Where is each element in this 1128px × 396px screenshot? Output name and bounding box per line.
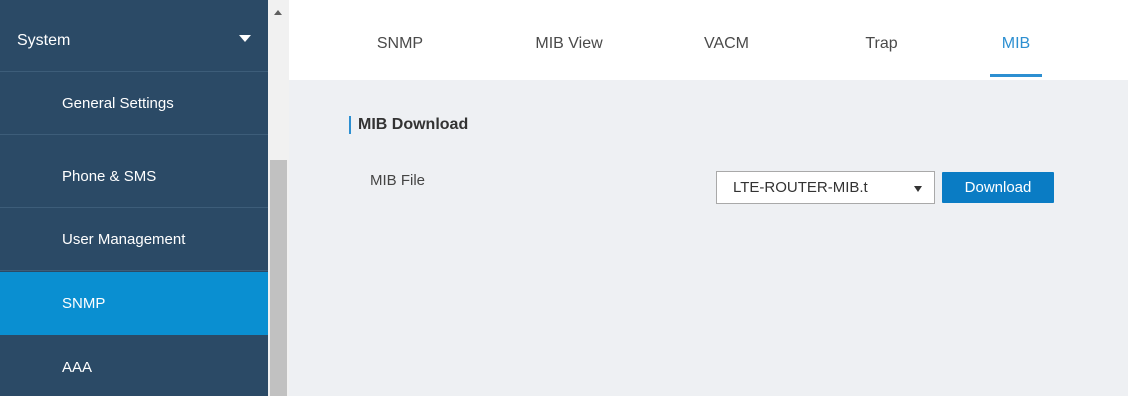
tab-label: SNMP — [376, 34, 424, 52]
sidebar-scrollbar[interactable] — [268, 0, 289, 396]
sidebar-header-label: System — [17, 31, 71, 49]
section-title: MIB Download — [349, 115, 468, 135]
dropdown-arrow-icon — [914, 186, 922, 192]
scrollbar-thumb[interactable] — [270, 160, 287, 396]
section-title-bar — [349, 116, 351, 134]
sidebar-item-phone-sms[interactable]: Phone & SMS — [0, 145, 268, 208]
section-title-text: MIB Download — [358, 116, 469, 133]
sidebar: System General Settings Phone & SMS User… — [0, 0, 268, 396]
tab-mib-view[interactable]: MIB View — [519, 10, 619, 77]
sidebar-item-label: General Settings — [62, 94, 174, 112]
main-panel: SNMP MIB View VACM Trap MIB MIB Download… — [289, 0, 1128, 396]
active-tab-underline — [990, 74, 1042, 77]
tab-trap[interactable]: Trap — [844, 10, 919, 77]
mib-file-select-value: LTE-ROUTER-MIB.t — [733, 179, 868, 196]
download-button[interactable]: Download — [942, 172, 1054, 203]
mib-file-label: MIB File — [370, 172, 426, 189]
page: System General Settings Phone & SMS User… — [0, 0, 1128, 396]
tab-label: Trap — [865, 34, 898, 52]
sidebar-item-label: AAA — [62, 358, 93, 376]
tab-label: VACM — [703, 34, 750, 52]
tab-snmp[interactable]: SNMP — [360, 10, 440, 77]
content-area: MIB Download MIB File LTE-ROUTER-MIB.t D… — [289, 80, 1128, 396]
tab-label: MIB — [1001, 34, 1031, 52]
sidebar-item-aaa[interactable]: AAA — [0, 336, 268, 396]
sidebar-item-label: Phone & SMS — [62, 167, 157, 185]
tab-mib[interactable]: MIB — [981, 10, 1051, 77]
scroll-up-arrow-icon[interactable] — [274, 10, 282, 15]
sidebar-item-label: User Management — [62, 230, 186, 248]
sidebar-item-snmp[interactable]: SNMP — [0, 272, 268, 335]
chevron-down-icon — [239, 34, 251, 42]
sidebar-item-label: SNMP — [62, 294, 106, 312]
sidebar-header-system[interactable]: System — [0, 10, 268, 72]
tab-bar: SNMP MIB View VACM Trap MIB — [289, 10, 1128, 77]
mib-file-select[interactable]: LTE-ROUTER-MIB.t — [716, 171, 935, 204]
tab-vacm[interactable]: VACM — [689, 10, 764, 77]
sidebar-item-general-settings[interactable]: General Settings — [0, 72, 268, 135]
tab-label: MIB View — [535, 34, 603, 52]
sidebar-item-user-management[interactable]: User Management — [0, 208, 268, 271]
